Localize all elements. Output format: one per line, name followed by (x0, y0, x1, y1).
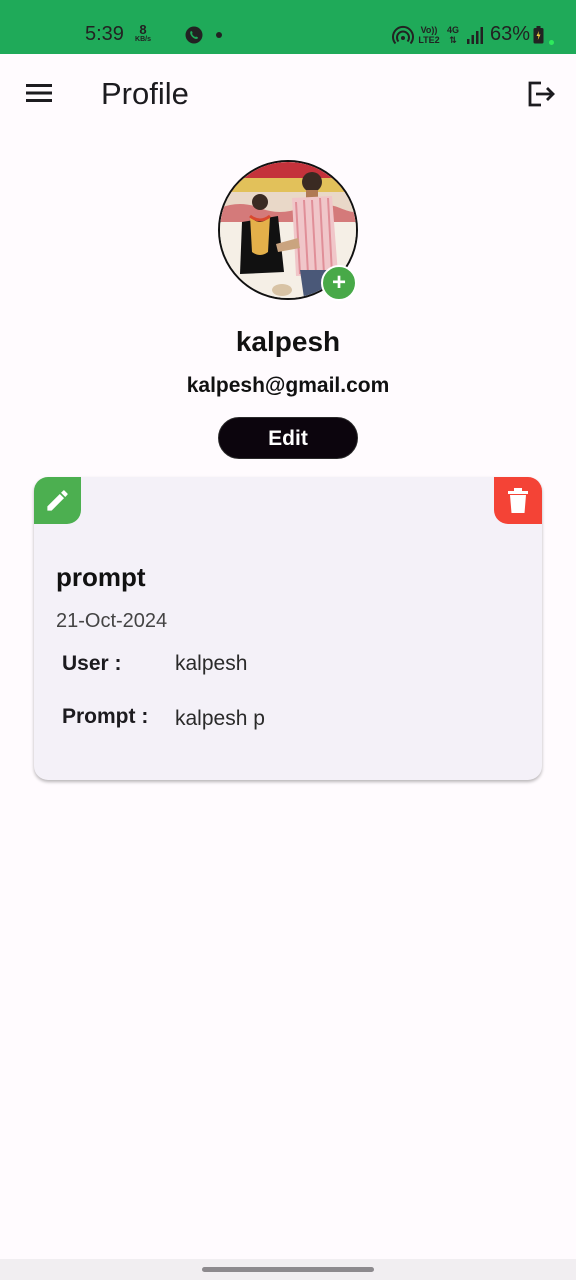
profile-email: kalpesh@gmail.com (186, 374, 390, 397)
card-date: 21-Oct-2024 (56, 610, 168, 632)
logout-icon[interactable] (524, 78, 558, 110)
prompt-label: Prompt : (62, 705, 149, 728)
page-title: Profile (101, 76, 189, 111)
status-bar: 5:39 8 KB/s Vo)) LTE2 4G ⇅ 63% (0, 0, 576, 54)
lte-label: LTE2 (418, 35, 440, 45)
menu-icon[interactable] (22, 78, 56, 108)
user-label: User : (62, 652, 122, 675)
system-nav-bar (0, 1259, 576, 1280)
card-edit-button[interactable] (34, 477, 81, 524)
privacy-indicator-dot (549, 40, 554, 45)
network-type: 4G ⇅ (445, 25, 461, 45)
trash-icon (508, 488, 528, 513)
battery-percent: 63% (490, 23, 531, 45)
home-gesture-handle[interactable] (202, 1267, 374, 1272)
network-type-label: 4G (446, 25, 459, 35)
network-speed: 8 KB/s (131, 22, 155, 44)
data-arrows-icon: ⇅ (449, 35, 457, 45)
network-speed-value: 8 (139, 22, 147, 37)
screen: 5:39 8 KB/s Vo)) LTE2 4G ⇅ 63% Profile +… (0, 0, 576, 1280)
whatsapp-icon (185, 26, 203, 44)
pencil-icon (47, 490, 68, 511)
volte-indicator: Vo)) LTE2 (418, 25, 440, 45)
prompt-value: kalpesh p (175, 707, 265, 730)
hotspot-icon (392, 25, 414, 45)
app-bar: Profile (0, 54, 576, 134)
card-title: prompt (56, 562, 146, 592)
signal-icon (467, 27, 483, 44)
avatar-container: + (218, 160, 358, 302)
prompt-card: prompt 21-Oct-2024 User : kalpesh Prompt… (34, 477, 542, 780)
card-delete-button[interactable] (494, 477, 542, 524)
edit-profile-button[interactable]: Edit (218, 417, 358, 459)
profile-name: kalpesh (235, 326, 341, 357)
notification-dot (216, 32, 222, 38)
user-value: kalpesh (175, 652, 248, 675)
add-photo-button[interactable]: + (321, 265, 357, 301)
volte-label: Vo)) (420, 25, 438, 35)
network-speed-unit: KB/s (135, 36, 151, 43)
status-time: 5:39 (85, 23, 124, 45)
battery-icon (533, 26, 544, 44)
